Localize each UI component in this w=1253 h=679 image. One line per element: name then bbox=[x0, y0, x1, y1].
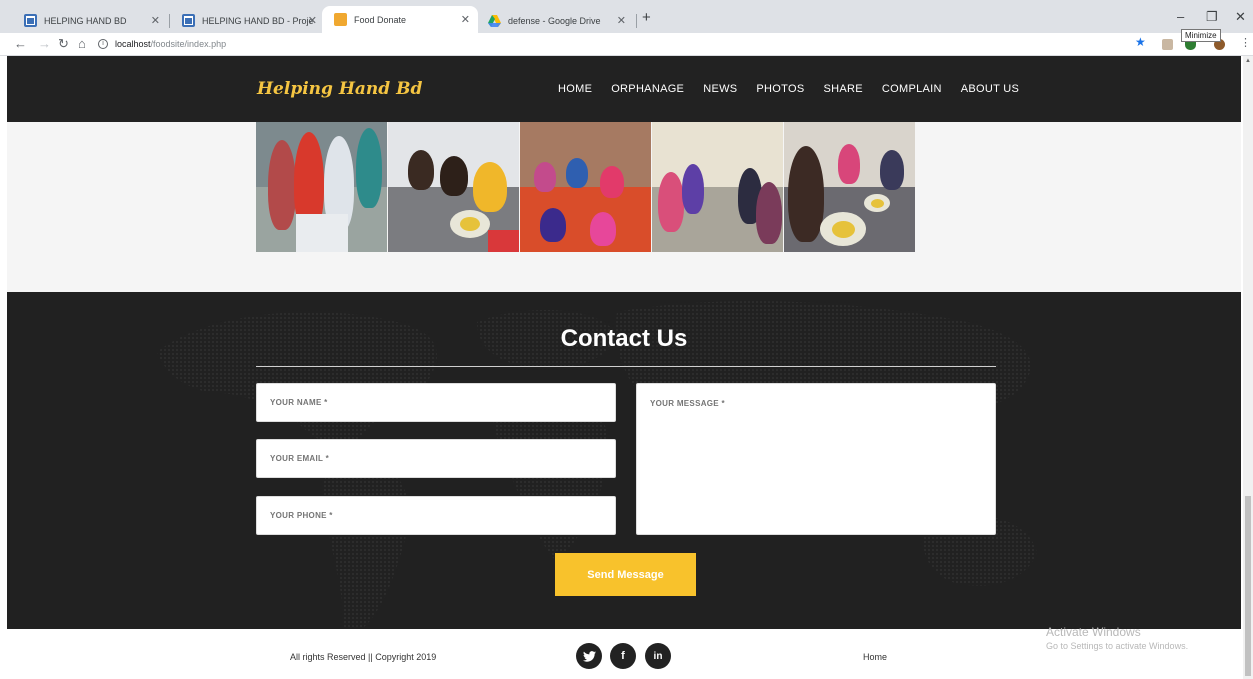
menu-kebab-icon[interactable]: ⋮ bbox=[1240, 36, 1251, 49]
contact-section: Contact Us Send Message bbox=[7, 292, 1241, 629]
close-window-icon[interactable]: ✕ bbox=[1235, 9, 1246, 25]
footer-home-link[interactable]: Home bbox=[863, 652, 887, 662]
main-nav: HOME ORPHANAGE NEWS PHOTOS SHARE COMPLAI… bbox=[558, 83, 1038, 95]
food-plate bbox=[864, 194, 890, 212]
restore-icon[interactable]: ❐ bbox=[1206, 9, 1218, 25]
twitter-icon[interactable] bbox=[576, 643, 602, 669]
child-figure bbox=[534, 162, 556, 192]
browser-toolbar: ← → ↻ ⌂ i localhost/foodsite/index.php ★… bbox=[0, 33, 1253, 56]
activate-windows-title: Activate Windows bbox=[1046, 625, 1141, 639]
grid-favicon-icon bbox=[24, 14, 37, 27]
scrollbar-thumb[interactable] bbox=[1245, 496, 1251, 676]
info-icon[interactable]: i bbox=[98, 39, 108, 49]
browser-tab-2[interactable]: HELPING HAND BD - Project Det ✕ bbox=[170, 8, 325, 33]
tab-separator bbox=[636, 14, 637, 28]
back-icon[interactable]: ← bbox=[14, 36, 27, 51]
minimize-tooltip: Minimize bbox=[1181, 29, 1221, 42]
extension-icon[interactable] bbox=[1162, 39, 1173, 50]
close-tab-icon[interactable]: ✕ bbox=[461, 13, 470, 26]
child-figure bbox=[540, 208, 566, 242]
tab-title: defense - Google Drive bbox=[508, 15, 601, 26]
activate-windows-subtitle: Go to Settings to activate Windows. bbox=[1046, 641, 1189, 651]
browser-tab-1[interactable]: HELPING HAND BD ✕ bbox=[12, 8, 168, 33]
new-tab-icon[interactable]: + bbox=[642, 9, 651, 26]
tab-title: HELPING HAND BD bbox=[44, 15, 127, 26]
child-figure bbox=[838, 144, 860, 184]
page-scrollbar[interactable]: ▲ bbox=[1243, 56, 1253, 679]
page-viewport: Helping Hand Bd HOME ORPHANAGE NEWS PHOT… bbox=[7, 56, 1241, 679]
child-figure bbox=[788, 146, 824, 242]
table-cloth bbox=[488, 230, 519, 252]
url-path: /foodsite/index.php bbox=[150, 39, 227, 49]
address-bar[interactable]: i localhost/foodsite/index.php bbox=[98, 35, 226, 53]
close-tab-icon[interactable]: ✕ bbox=[308, 14, 317, 27]
url-host: localhost bbox=[115, 39, 151, 49]
child-figure bbox=[268, 140, 296, 230]
child-figure bbox=[658, 172, 684, 232]
nav-photos[interactable]: PHOTOS bbox=[756, 83, 804, 95]
food-plate bbox=[820, 212, 866, 246]
nav-home[interactable]: HOME bbox=[558, 83, 592, 95]
child-figure bbox=[880, 150, 904, 190]
close-tab-icon[interactable]: ✕ bbox=[617, 14, 626, 27]
child-figure bbox=[566, 158, 588, 188]
phone-field[interactable] bbox=[256, 496, 616, 535]
nav-share[interactable]: SHARE bbox=[823, 83, 862, 95]
child-figure bbox=[408, 150, 434, 190]
tab-title: Food Donate bbox=[354, 14, 407, 25]
site-header: Helping Hand Bd HOME ORPHANAGE NEWS PHOT… bbox=[7, 56, 1241, 122]
gallery-photo-5[interactable] bbox=[784, 122, 915, 252]
child-figure bbox=[440, 156, 468, 196]
linkedin-icon[interactable]: in bbox=[645, 643, 671, 669]
bookmark-star-icon[interactable]: ★ bbox=[1135, 35, 1146, 49]
copyright-text: All rights Reserved || Copyright 2019 bbox=[290, 652, 437, 662]
browser-tab-4[interactable]: defense - Google Drive ✕ bbox=[476, 8, 634, 33]
child-figure bbox=[600, 166, 624, 198]
reload-icon[interactable]: ↻ bbox=[58, 36, 69, 52]
food-sack bbox=[296, 214, 348, 252]
food-favicon-icon bbox=[334, 13, 347, 26]
child-figure bbox=[590, 212, 616, 246]
send-message-button[interactable]: Send Message bbox=[555, 553, 696, 596]
gallery-photo-3[interactable] bbox=[520, 122, 651, 252]
facebook-icon[interactable]: f bbox=[610, 643, 636, 669]
child-figure bbox=[473, 162, 507, 212]
title-divider bbox=[256, 366, 996, 367]
activate-windows-watermark: Activate Windows Go to Settings to activ… bbox=[1046, 625, 1188, 651]
child-figure bbox=[682, 164, 704, 214]
nav-about-us[interactable]: ABOUT US bbox=[961, 83, 1019, 95]
gallery-photo-4[interactable] bbox=[652, 122, 783, 252]
scroll-up-arrow-icon[interactable]: ▲ bbox=[1245, 58, 1251, 64]
minimize-icon[interactable]: – bbox=[1177, 9, 1184, 24]
gallery-photo-2[interactable] bbox=[388, 122, 519, 252]
nav-orphanage[interactable]: ORPHANAGE bbox=[611, 83, 684, 95]
browser-tab-strip: HELPING HAND BD ✕ HELPING HAND BD - Proj… bbox=[0, 0, 1253, 33]
home-icon[interactable]: ⌂ bbox=[78, 36, 86, 51]
nav-complain[interactable]: COMPLAIN bbox=[882, 83, 942, 95]
food-plate bbox=[450, 210, 490, 238]
forward-icon[interactable]: → bbox=[38, 36, 51, 51]
child-figure bbox=[756, 182, 782, 244]
nav-news[interactable]: NEWS bbox=[703, 83, 737, 95]
google-drive-icon bbox=[488, 14, 501, 27]
close-tab-icon[interactable]: ✕ bbox=[151, 14, 160, 27]
name-field[interactable] bbox=[256, 383, 616, 422]
message-field[interactable] bbox=[636, 383, 996, 535]
email-field[interactable] bbox=[256, 439, 616, 478]
gallery-photo-1[interactable] bbox=[256, 122, 387, 252]
tab-title: HELPING HAND BD - Project Det bbox=[202, 15, 314, 26]
child-figure bbox=[356, 128, 382, 208]
contact-title: Contact Us bbox=[560, 325, 688, 352]
grid-favicon-icon bbox=[182, 14, 195, 27]
photo-gallery bbox=[7, 122, 1241, 292]
site-logo[interactable]: Helping Hand Bd bbox=[257, 79, 422, 99]
browser-tab-3-active[interactable]: Food Donate ✕ bbox=[322, 6, 478, 33]
